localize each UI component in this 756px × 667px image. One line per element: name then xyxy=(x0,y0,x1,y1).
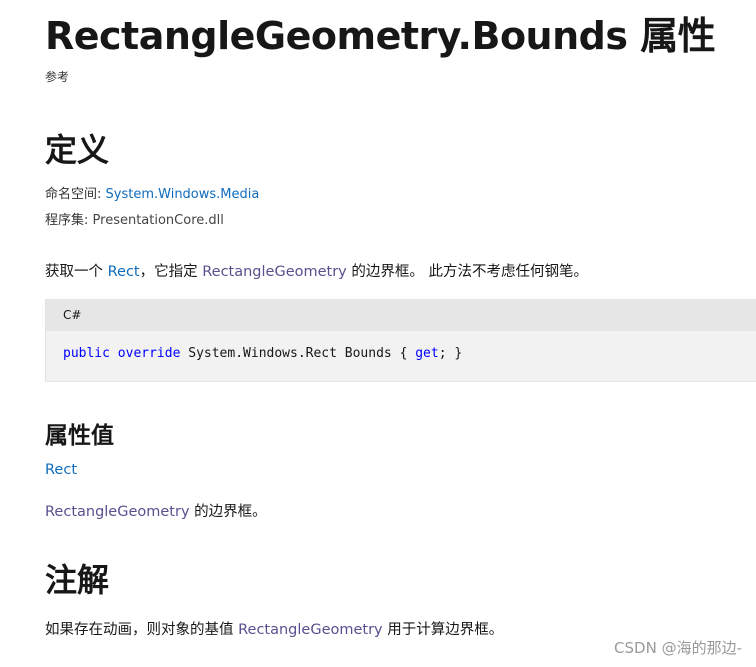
property-type-link[interactable]: Rect xyxy=(45,462,77,478)
summary-text: 获取一个 Rect，它指定 RectangleGeometry 的边界框。 此方… xyxy=(45,262,588,282)
code-language-label: C# xyxy=(46,299,756,331)
definition-heading: 定义 xyxy=(45,131,110,169)
code-end: ; } xyxy=(438,346,463,361)
code-keyword-public: public xyxy=(63,346,110,361)
page-title: RectangleGeometry.Bounds 属性 xyxy=(45,14,716,58)
remarks-heading: 注解 xyxy=(45,561,110,599)
remarks-suffix: 用于计算边界框。 xyxy=(382,622,504,638)
code-type-and-name: System.Windows.Rect Bounds { xyxy=(180,346,416,361)
property-type: Rect xyxy=(45,460,77,480)
code-block: C# public override System.Windows.Rect B… xyxy=(45,299,756,382)
code-keyword-override: override xyxy=(117,346,181,361)
summary-middle: ，它指定 xyxy=(139,264,203,280)
rect-link[interactable]: Rect xyxy=(108,264,140,280)
summary-suffix: 的边界框。 此方法不考虑任何钢笔。 xyxy=(346,264,588,280)
property-desc-link[interactable]: RectangleGeometry xyxy=(45,504,190,520)
code-line: public override System.Windows.Rect Boun… xyxy=(63,345,462,363)
namespace-row: 命名空间: System.Windows.Media xyxy=(45,186,259,204)
assembly-label: 程序集: xyxy=(45,213,89,228)
remarks-prefix: 如果存在动画，则对象的基值 xyxy=(45,622,239,638)
assembly-value: PresentationCore.dll xyxy=(92,213,224,228)
assembly-row: 程序集: PresentationCore.dll xyxy=(45,212,224,230)
namespace-link[interactable]: System.Windows.Media xyxy=(106,187,260,202)
rectanglegeometry-link[interactable]: RectangleGeometry xyxy=(202,264,347,280)
reference-label: 参考 xyxy=(45,70,70,84)
remarks-text: 如果存在动画，则对象的基值 RectangleGeometry 用于计算边界框。 xyxy=(45,620,503,640)
property-desc-suffix: 的边界框。 xyxy=(189,504,267,520)
doc-page: RectangleGeometry.Bounds 属性 参考 定义 命名空间: … xyxy=(45,0,756,667)
namespace-label: 命名空间: xyxy=(45,187,102,202)
summary-prefix: 获取一个 xyxy=(45,264,108,280)
code-keyword-get: get xyxy=(415,346,439,361)
remarks-link[interactable]: RectangleGeometry xyxy=(238,622,383,638)
property-value-heading: 属性值 xyxy=(45,423,114,449)
property-description: RectangleGeometry 的边界框。 xyxy=(45,502,267,522)
csdn-watermark: CSDN @海的那边- xyxy=(614,639,742,657)
